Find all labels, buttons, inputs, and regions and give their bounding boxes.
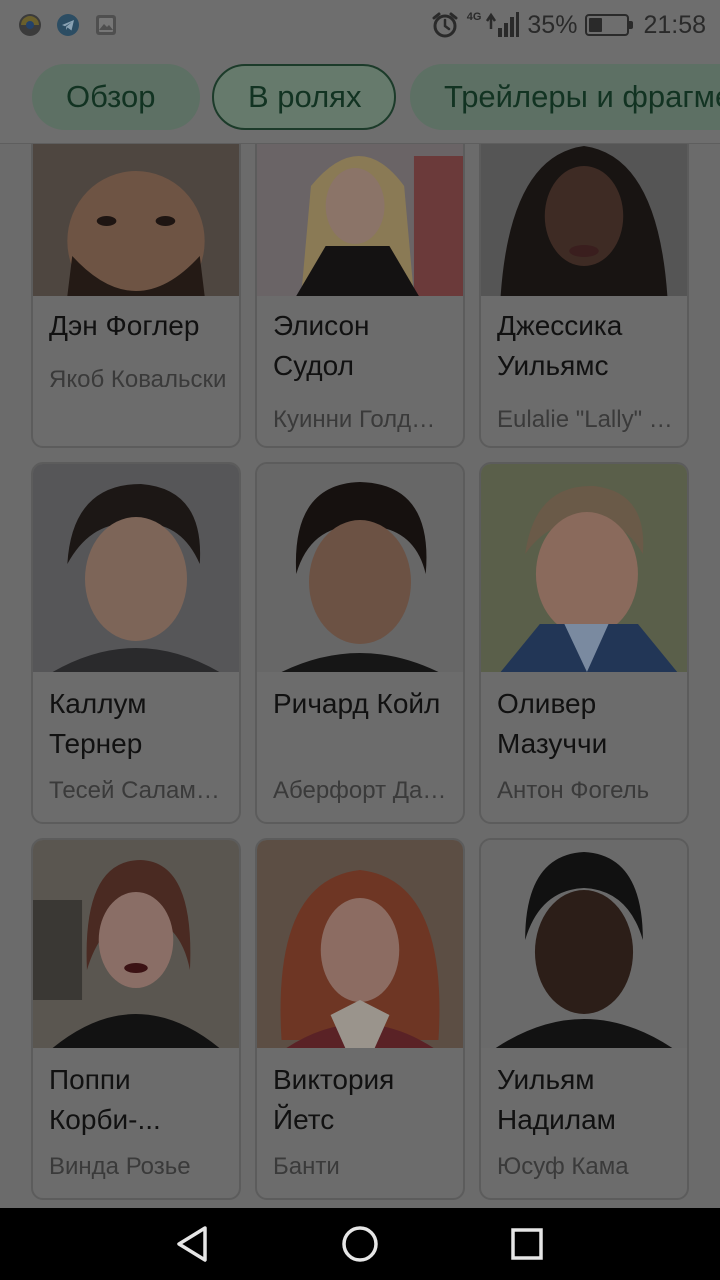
battery-level	[589, 18, 603, 32]
character-name: Винда Розье	[49, 1153, 191, 1180]
actor-photo	[33, 840, 239, 1048]
cast-card[interactable]: Джессика Уильямс Eulalie "Lally" Hicks	[479, 144, 689, 448]
actor-name: Элисон Судол	[273, 310, 370, 381]
cast-card[interactable]: Уильям Надилам Юсуф Кама	[479, 838, 689, 1200]
navigation-bar	[0, 1208, 720, 1280]
cast-card[interactable]: Поппи Корби-... Винда Розье	[31, 838, 241, 1200]
gallery-icon	[96, 15, 116, 35]
status-bar: 4G 35% 21:58	[0, 0, 720, 50]
recents-button[interactable]	[487, 1208, 567, 1280]
cast-card[interactable]: Элисон Судол Куинни Голдштейн	[255, 144, 465, 448]
tab-label: В ролях	[248, 79, 362, 114]
actor-name: Уильям Надилам	[497, 1064, 616, 1135]
telegram-icon	[57, 14, 79, 36]
actor-photo	[481, 464, 687, 672]
status-left	[18, 13, 118, 37]
actor-photo	[33, 144, 239, 296]
battery-percent: 35%	[527, 10, 578, 39]
clock: 21:58	[643, 10, 706, 39]
actor-photo	[257, 144, 463, 296]
character-name: Антон Фогель	[497, 777, 650, 804]
cast-grid: Дэн Фоглер Якоб Ковальски Элисон Судол К…	[0, 144, 720, 1208]
alarm-icon	[432, 12, 458, 38]
actor-photo	[257, 464, 463, 672]
character-name: Банти	[273, 1153, 340, 1180]
cast-card[interactable]: Дэн Фоглер Якоб Ковальски	[31, 144, 241, 448]
character-name: Аберфорт Дамблдор	[273, 777, 451, 804]
home-button[interactable]	[320, 1208, 400, 1280]
cast-card[interactable]: Виктория Йетс Банти	[255, 838, 465, 1200]
cast-card[interactable]: Каллум Тернер Тесей Саламандер	[31, 462, 241, 824]
back-button[interactable]	[153, 1208, 233, 1280]
actor-name: Виктория Йетс	[273, 1064, 395, 1135]
status-right: 4G 35% 21:58	[431, 11, 706, 40]
actor-photo	[481, 144, 687, 296]
app-badge-icon	[19, 14, 41, 36]
character-name: Куинни Голдштейн	[273, 406, 451, 433]
character-name: Тесей Саламандер	[49, 777, 227, 804]
network-type: 4G	[466, 11, 482, 23]
tab-label: Трейлеры и фрагменты	[444, 79, 720, 114]
character-name: Eulalie "Lally" Hicks	[497, 406, 675, 433]
actor-name: Поппи Корби-...	[49, 1064, 161, 1135]
actor-photo	[33, 464, 239, 672]
home-icon	[342, 1226, 378, 1262]
recents-icon	[510, 1228, 543, 1260]
character-name: Якоб Ковальски	[49, 366, 227, 393]
character-name: Юсуф Кама	[497, 1153, 629, 1180]
tab-overview[interactable]: Обзор	[32, 64, 200, 130]
actor-name: Джессика Уильямс	[497, 310, 623, 381]
actor-name: Дэн Фоглер	[49, 310, 200, 341]
actor-name: Каллум Тернер	[49, 688, 147, 759]
tab-label: Обзор	[66, 79, 156, 114]
actor-photo	[481, 840, 687, 1048]
cast-card[interactable]: Ричард Койл Аберфорт Дамблдор	[255, 462, 465, 824]
battery-icon	[585, 14, 634, 36]
actor-name: Оливер Мазуччи	[497, 688, 608, 759]
actor-photo	[257, 840, 463, 1048]
tab-bar: Обзор В ролях Трейлеры и фрагменты	[0, 50, 720, 144]
actor-name: Ричард Койл	[273, 688, 441, 719]
signal-icon	[486, 12, 520, 37]
tab-cast[interactable]: В ролях	[212, 64, 396, 130]
back-icon	[177, 1226, 208, 1262]
tab-trailers[interactable]: Трейлеры и фрагменты	[410, 64, 720, 130]
cast-card[interactable]: Оливер Мазуччи Антон Фогель	[479, 462, 689, 824]
